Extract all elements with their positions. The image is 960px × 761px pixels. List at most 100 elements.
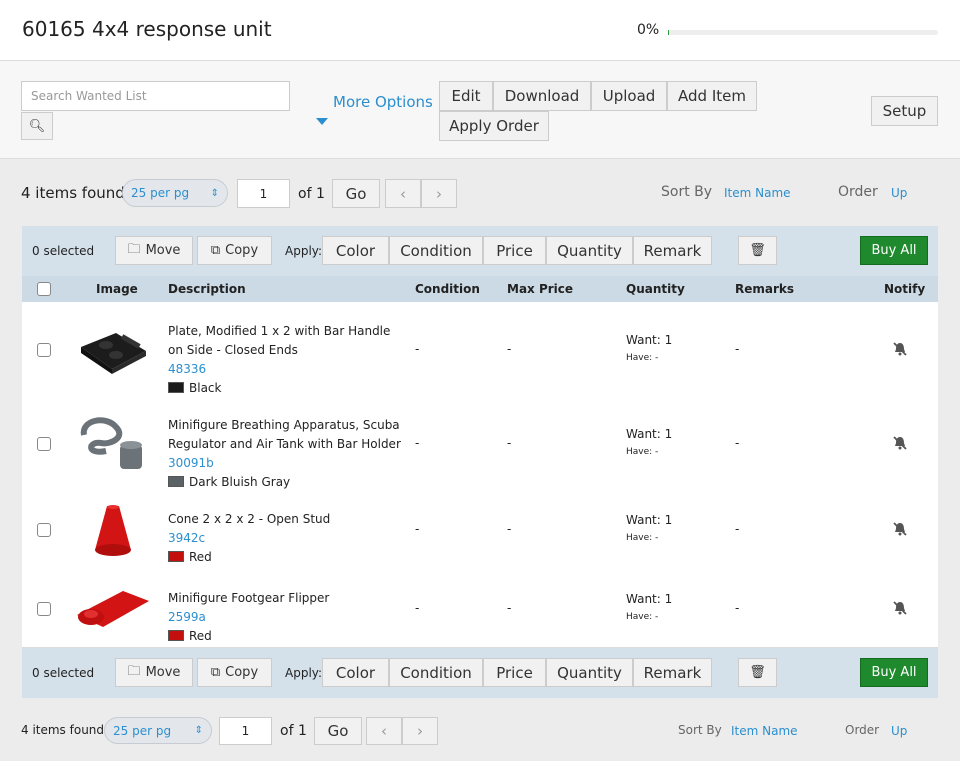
items-found: 4 items found xyxy=(21,723,105,737)
row-checkbox[interactable] xyxy=(37,342,51,357)
row-checkbox[interactable] xyxy=(37,523,51,537)
column-max-price: Max Price xyxy=(507,282,574,296)
item-image[interactable] xyxy=(72,579,154,639)
row-checkbox[interactable] xyxy=(37,436,51,451)
buy-all-button[interactable]: Buy All xyxy=(860,658,928,687)
setup-button[interactable]: Setup xyxy=(871,96,938,126)
item-want: Want: 1 xyxy=(626,513,673,527)
page-title: 60165 4x4 response unit xyxy=(22,17,272,41)
next-page-button[interactable]: › xyxy=(421,179,457,208)
copy-button[interactable]: ⧉ Copy xyxy=(197,236,272,265)
sort-by-link[interactable]: Item Name xyxy=(724,186,791,200)
item-name: Plate, Modified 1 x 2 with Bar Handle on… xyxy=(168,323,391,357)
copy-label: Copy xyxy=(225,243,259,258)
item-want: Want: 1 xyxy=(626,591,673,606)
upload-button[interactable]: Upload xyxy=(591,81,667,111)
apply-remark-button[interactable]: Remark xyxy=(633,236,712,265)
item-max-price: - xyxy=(507,522,512,536)
search-input[interactable]: Search Wanted List xyxy=(21,81,290,111)
delete-button[interactable]: 🗑︎ xyxy=(738,236,777,265)
item-image[interactable] xyxy=(72,320,154,380)
apply-price-button[interactable]: Price xyxy=(483,658,546,687)
download-button[interactable]: Download xyxy=(493,81,591,111)
sort-by-link[interactable]: Item Name xyxy=(731,724,798,738)
column-notify: Notify xyxy=(884,282,926,296)
edit-button[interactable]: Edit xyxy=(439,81,493,111)
item-number-link[interactable]: 2599a xyxy=(168,608,403,627)
apply-condition-button[interactable]: Condition xyxy=(389,658,483,687)
item-description: Minifigure Footgear Flipper 2599a Red xyxy=(168,589,403,646)
apply-quantity-button[interactable]: Quantity xyxy=(546,658,633,687)
order-link[interactable]: Up xyxy=(891,186,907,200)
row-checkbox[interactable] xyxy=(37,601,51,616)
item-number-link[interactable]: 48336 xyxy=(168,360,403,379)
selected-count: 0 selected xyxy=(32,244,95,258)
progress-bar xyxy=(668,30,938,35)
notify-off-icon[interactable] xyxy=(892,435,908,455)
item-have: Have: - xyxy=(626,533,659,543)
item-have: Have: - xyxy=(626,352,659,363)
per-page-value: 25 per pg xyxy=(113,723,172,738)
item-image[interactable] xyxy=(72,414,154,474)
notify-off-icon[interactable] xyxy=(892,341,908,361)
apply-label: Apply: xyxy=(285,244,323,258)
add-item-button[interactable]: Add Item xyxy=(667,81,757,111)
apply-order-button[interactable]: Apply Order xyxy=(439,111,549,141)
notify-off-icon[interactable] xyxy=(892,600,908,620)
bulk-actions-bar: 0 selected 🗀 Move ⧉ Copy Apply: Color Cond… xyxy=(22,226,938,276)
item-image[interactable] xyxy=(72,500,154,560)
item-description: Cone 2 x 2 x 2 - Open Stud 3942c Red xyxy=(168,510,403,567)
item-color: Black xyxy=(168,379,403,398)
apply-color-button[interactable]: Color xyxy=(322,236,389,265)
color-swatch xyxy=(168,475,184,487)
go-button[interactable]: Go xyxy=(314,717,362,745)
notify-off-icon[interactable] xyxy=(892,521,908,541)
item-number-link[interactable]: 30091b xyxy=(168,454,403,473)
per-page-value: 25 per pg xyxy=(131,186,190,200)
column-remarks: Remarks xyxy=(735,282,795,296)
copy-icon: ⧉ xyxy=(210,243,221,258)
item-color: Red xyxy=(168,627,403,646)
item-condition: - xyxy=(415,435,420,450)
apply-label: Apply: xyxy=(285,666,323,680)
prev-page-button[interactable]: ‹ xyxy=(385,179,421,208)
order-link[interactable]: Up xyxy=(891,724,907,738)
buy-all-button[interactable]: Buy All xyxy=(860,236,928,265)
page-input[interactable]: 1 xyxy=(237,179,290,208)
item-max-price: - xyxy=(507,341,512,356)
next-page-button[interactable]: › xyxy=(402,717,438,745)
apply-color-button[interactable]: Color xyxy=(322,658,389,687)
color-name: Red xyxy=(189,550,212,564)
select-all-checkbox[interactable] xyxy=(37,282,51,296)
per-page-select[interactable]: 25 per pg ⇕ xyxy=(122,179,228,207)
page-input[interactable]: 1 xyxy=(219,717,272,745)
apply-remark-button[interactable]: Remark xyxy=(633,658,712,687)
bulk-actions-bar-bottom: 0 selected 🗀 Move ⧉ Copy Apply: Color Cond… xyxy=(22,648,938,698)
item-number-link[interactable]: 3942c xyxy=(168,529,403,548)
move-button[interactable]: 🗀 Move xyxy=(115,236,193,265)
per-page-select[interactable]: 25 per pg ⇕ xyxy=(104,717,212,744)
table-row: Cone 2 x 2 x 2 - Open Stud 3942c Red - -… xyxy=(22,490,938,570)
items-found: 4 items found xyxy=(21,184,125,202)
search-button[interactable]: 🔍︎ xyxy=(21,112,53,140)
color-swatch xyxy=(168,629,184,641)
go-button[interactable]: Go xyxy=(332,179,380,208)
column-condition: Condition xyxy=(415,282,480,296)
table-row: Minifigure Footgear Flipper 2599a Red - … xyxy=(22,569,938,648)
apply-quantity-button[interactable]: Quantity xyxy=(546,236,633,265)
select-arrows-icon: ⇕ xyxy=(210,187,219,199)
move-button[interactable]: 🗀 Move xyxy=(115,658,193,687)
copy-button[interactable]: ⧉ Copy xyxy=(197,658,272,687)
apply-price-button[interactable]: Price xyxy=(483,236,546,265)
chevron-down-icon[interactable] xyxy=(316,118,328,125)
delete-button[interactable]: 🗑︎ xyxy=(738,658,777,687)
more-options-link[interactable]: More Options xyxy=(333,93,433,111)
table-header: Image Description Condition Max Price Qu… xyxy=(22,276,938,303)
apply-condition-button[interactable]: Condition xyxy=(389,236,483,265)
item-description: Minifigure Breathing Apparatus, Scuba Re… xyxy=(168,416,403,492)
select-arrows-icon: ⇕ xyxy=(194,725,203,736)
item-remarks: - xyxy=(735,600,740,615)
folder-icon: 🗀 xyxy=(127,663,141,679)
prev-page-button[interactable]: ‹ xyxy=(366,717,402,745)
trash-icon: 🗑︎ xyxy=(749,665,766,680)
